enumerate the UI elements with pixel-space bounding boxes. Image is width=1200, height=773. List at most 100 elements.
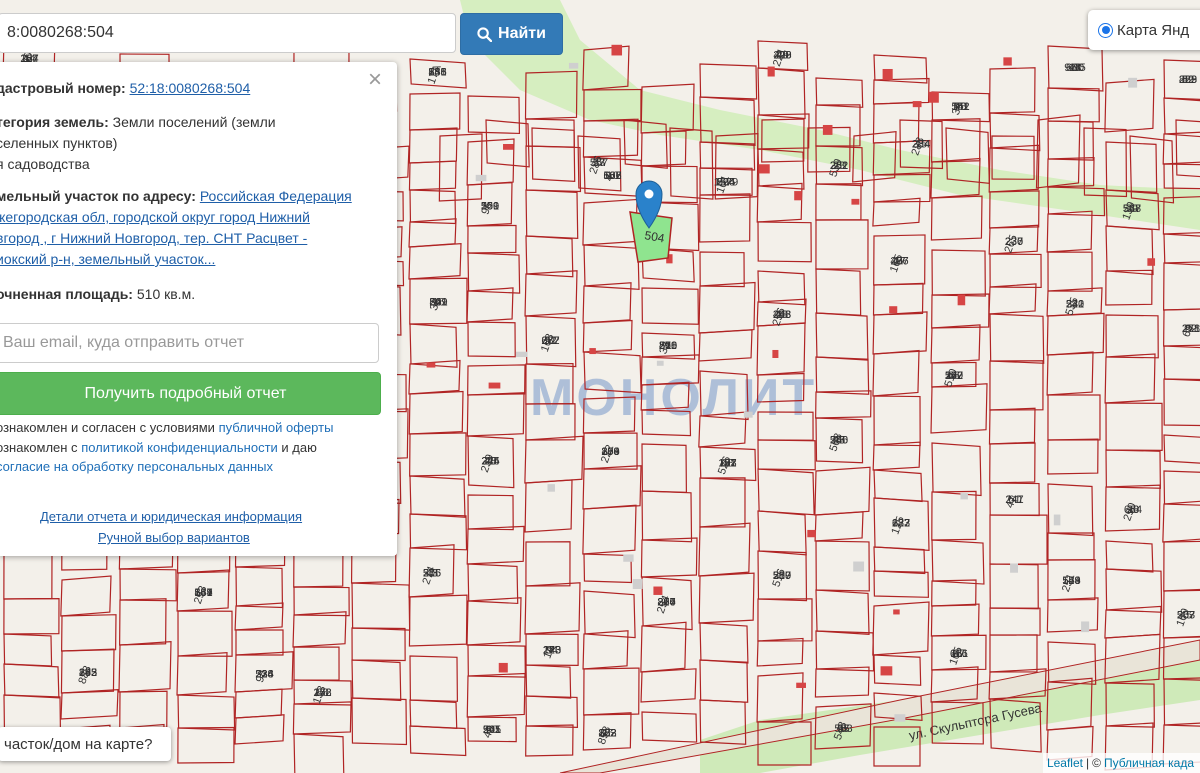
parcel-number-label: 163: [79, 667, 97, 679]
cadastral-search-input[interactable]: [0, 13, 456, 53]
land-category-value-3: я садоводства: [0, 156, 90, 172]
building-mark: [611, 44, 623, 56]
building-mark: [889, 306, 898, 314]
parcel-number-label: 498: [773, 309, 791, 321]
land-category-label: тегория земель:: [0, 114, 109, 130]
attribution-separator: |: [1085, 756, 1090, 770]
area-label: очненная площадь:: [0, 286, 133, 302]
building-mark: [475, 174, 487, 182]
parcel-number-label: 231: [1066, 299, 1084, 311]
building-mark: [653, 586, 663, 595]
offer-agreement[interactable]: ознакомлен и согласен с условиями публич…: [0, 418, 333, 438]
building-mark: [589, 348, 596, 355]
cadastral-number-link[interactable]: 52:18:0080268:504: [130, 80, 251, 96]
building-mark: [743, 411, 753, 418]
parcel-number-label: 92: [544, 335, 556, 347]
layer-label: Карта Янд: [1117, 21, 1190, 39]
layer-switcher[interactable]: Карта Янд: [1088, 10, 1200, 50]
building-mark: [807, 529, 816, 538]
parcel-number-label: 28: [484, 456, 496, 468]
building-mark: [758, 164, 770, 174]
building-mark: [1053, 514, 1061, 526]
building-mark: [1147, 258, 1156, 266]
consent-link[interactable]: согласие на обработку персональных данны…: [0, 459, 273, 474]
building-mark: [623, 554, 634, 562]
attribution-copyright: ©: [1092, 756, 1101, 770]
address-link-3[interactable]: вгород , г Нижний Новгород, тер. СНТ Рас…: [0, 228, 307, 249]
parcel-number-label: 260: [659, 340, 677, 352]
parcel-number-label: 901: [483, 724, 501, 736]
building-mark: [822, 124, 833, 135]
parcel-number-label: 214: [657, 597, 675, 609]
privacy-agreement-tail: и даю: [277, 440, 317, 455]
building-mark: [1128, 77, 1138, 88]
building-mark: [928, 91, 939, 103]
address-link-2[interactable]: жегородская обл, городской округ город Н…: [0, 207, 310, 228]
radio-selected-icon[interactable]: [1098, 22, 1113, 38]
building-mark: [794, 191, 802, 201]
area-row: очненная площадь: 510 кв.м.: [0, 284, 195, 305]
building-mark: [880, 666, 893, 676]
consent-agreement[interactable]: согласие на обработку персональных данны…: [0, 457, 273, 477]
map-attribution: Leaflet | © Публичная када: [1042, 753, 1200, 773]
cadastral-number-row: дастровый номер: 52:18:0080268:504: [0, 78, 250, 99]
search-button[interactable]: Найти: [460, 13, 563, 55]
parcel-number-label: 30: [1127, 504, 1139, 516]
parcel-number-label: 541: [428, 67, 446, 79]
search-icon: [477, 26, 493, 42]
report-details-link[interactable]: Детали отчета и юридическая информация: [40, 506, 302, 527]
parcel-number-label: 497: [890, 256, 908, 268]
building-mark: [488, 382, 501, 389]
address-label: мельный участок по адресу:: [0, 188, 196, 204]
land-category-value-2: селенных пунктов): [0, 135, 118, 151]
parcel-number-label: 9.95: [1064, 62, 1085, 74]
parcel-number-label: 66: [948, 370, 960, 382]
privacy-link[interactable]: политикой конфиденциальности: [81, 440, 278, 455]
parcel-number-label: 144: [194, 587, 212, 599]
parcel-number-label: 883: [1179, 74, 1197, 86]
building-mark: [853, 561, 865, 572]
building-mark: [851, 198, 860, 205]
privacy-agreement[interactable]: ознакомлен с политикой конфиденциальност…: [0, 438, 317, 458]
building-mark: [894, 714, 906, 722]
offer-link[interactable]: публичной оферты: [219, 420, 334, 435]
address-link-4[interactable]: иокский р-н, земельный участок...: [0, 249, 215, 270]
building-mark: [767, 66, 775, 77]
building-mark: [1081, 621, 1090, 633]
parcel-number-label: 5: [319, 687, 325, 699]
parcel-on-map-question[interactable]: часток/дом на карте?: [0, 727, 171, 761]
parcel-number-label: 270: [601, 446, 619, 458]
address-link-1[interactable]: Российская Федерация: [200, 188, 352, 204]
building-mark: [426, 362, 436, 368]
parcel-number-label: 261: [429, 297, 447, 309]
parcel-number-label: 2: [898, 518, 904, 530]
parcel-number-label: 93: [833, 435, 845, 447]
building-mark: [912, 101, 922, 108]
building-mark: [772, 349, 779, 358]
building-mark: [498, 662, 508, 673]
building-mark: [547, 484, 555, 492]
parcel-number-label: 103: [718, 458, 736, 470]
close-icon[interactable]: ×: [368, 68, 382, 92]
get-report-button[interactable]: Получить подробный отчет: [0, 372, 381, 415]
manual-selection-link[interactable]: Ручной выбор вариантов: [98, 527, 250, 548]
building-mark: [796, 682, 806, 688]
parcel-number-label: 271: [1182, 323, 1200, 335]
building-mark: [632, 579, 643, 590]
building-mark: [882, 68, 893, 80]
building-mark: [960, 493, 968, 500]
building-mark: [957, 294, 966, 306]
offer-agreement-text: ознакомлен и согласен с условиями: [0, 420, 219, 435]
building-mark: [515, 351, 528, 358]
email-input[interactable]: [0, 323, 379, 363]
search-button-label: Найти: [498, 25, 546, 42]
building-mark: [1003, 57, 1012, 66]
building-mark: [1010, 563, 1019, 573]
privacy-agreement-text: ознакомлен с: [0, 440, 82, 455]
public-cadastre-link[interactable]: Публичная када: [1104, 756, 1194, 770]
parcel-number-label: 94: [546, 645, 558, 657]
leaflet-link[interactable]: Leaflet: [1047, 756, 1083, 770]
building-mark: [568, 62, 579, 69]
parcel-number-label: 67: [953, 648, 965, 660]
area-value: 510 кв.м.: [136, 286, 196, 302]
